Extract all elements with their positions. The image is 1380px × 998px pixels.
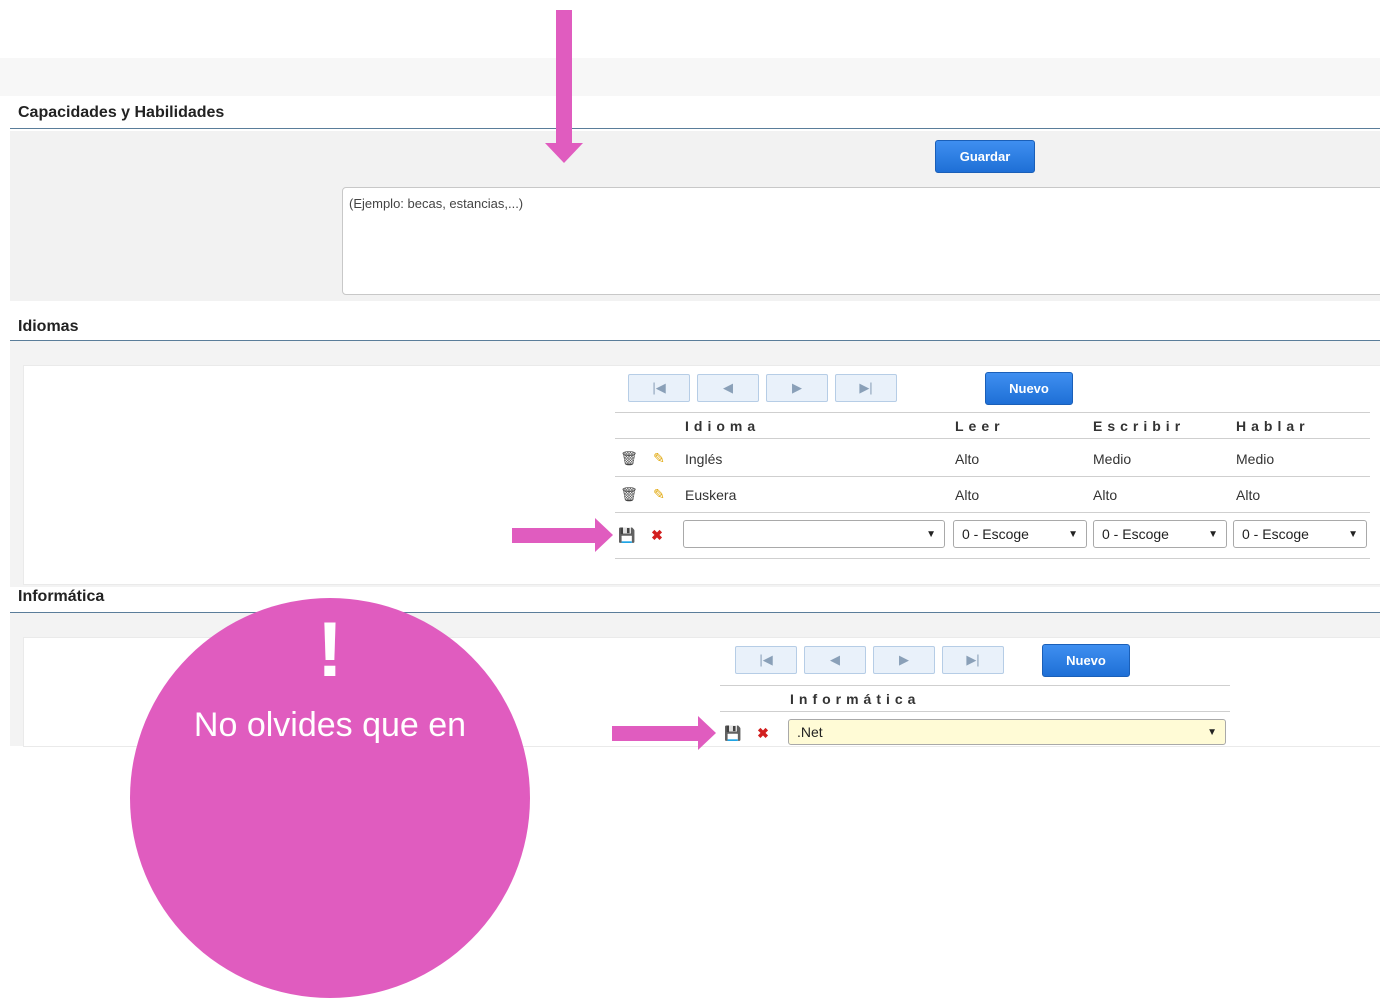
section-divider xyxy=(10,128,1380,129)
header-escribir: Escribir xyxy=(1093,418,1186,434)
last-page-button[interactable]: ▶| xyxy=(835,374,897,402)
nuevo-informatica-button[interactable]: Nuevo xyxy=(1042,644,1130,677)
grid-line xyxy=(615,438,1370,439)
annotation-arrow-head xyxy=(545,143,583,163)
cell-escribir: Medio xyxy=(1093,451,1132,467)
cell-leer: Alto xyxy=(955,487,980,503)
informatica-select[interactable]: .Net ▼ xyxy=(788,719,1226,745)
chevron-down-icon: ▼ xyxy=(1068,528,1078,540)
last-page-button[interactable]: ▶| xyxy=(942,646,1004,674)
grid-line xyxy=(720,711,1230,712)
section-title-capacidades: Capacidades y Habilidades xyxy=(18,104,225,121)
idioma-select[interactable]: ▼ xyxy=(683,520,945,548)
chevron-down-icon: ▼ xyxy=(926,528,936,540)
next-page-button[interactable]: ▶ xyxy=(766,374,828,402)
trash-icon[interactable]: 🗑 xyxy=(620,484,638,504)
prev-page-button[interactable]: ◀ xyxy=(804,646,866,674)
grid-line xyxy=(720,685,1230,686)
prev-page-button[interactable]: ◀ xyxy=(697,374,759,402)
callout-bubble: ! No olvides que en xyxy=(130,598,530,998)
first-page-button[interactable]: |◀ xyxy=(735,646,797,674)
leer-select-value: 0 - Escoge xyxy=(962,526,1029,542)
first-page-button[interactable]: |◀ xyxy=(628,374,690,402)
escribir-select-value: 0 - Escoge xyxy=(1102,526,1169,542)
header-leer: Leer xyxy=(955,418,1005,434)
grid-line xyxy=(615,476,1370,477)
hablar-select-value: 0 - Escoge xyxy=(1242,526,1309,542)
annotation-arrow-shaft xyxy=(512,528,597,543)
capacidades-textarea[interactable]: (Ejemplo: becas, estancias,...) xyxy=(342,187,1380,295)
grid-line xyxy=(615,558,1370,559)
pencil-icon[interactable]: ✎ xyxy=(650,448,668,468)
save-row-icon[interactable]: 💾 xyxy=(618,525,636,545)
header-hablar: Hablar xyxy=(1236,418,1310,434)
annotation-arrow-shaft xyxy=(556,10,572,145)
next-page-icon: ▶ xyxy=(899,652,909,667)
chevron-down-icon: ▼ xyxy=(1348,528,1358,540)
exclamation-icon: ! xyxy=(317,605,343,693)
annotation-arrow-shaft xyxy=(612,726,700,741)
cell-hablar: Alto xyxy=(1236,487,1261,503)
chevron-down-icon: ▼ xyxy=(1207,726,1217,738)
last-page-icon: ▶| xyxy=(966,652,980,667)
cell-leer: Alto xyxy=(955,451,980,467)
leer-select[interactable]: 0 - Escoge ▼ xyxy=(953,520,1087,548)
top-band xyxy=(0,58,1380,96)
cancel-row-icon[interactable]: ✖ xyxy=(754,723,772,743)
guardar-button[interactable]: Guardar xyxy=(935,140,1035,173)
next-page-button[interactable]: ▶ xyxy=(873,646,935,674)
next-page-icon: ▶ xyxy=(792,380,802,395)
first-page-icon: |◀ xyxy=(652,380,666,395)
header-idioma: Idioma xyxy=(685,418,761,434)
pencil-icon[interactable]: ✎ xyxy=(650,484,668,504)
prev-page-icon: ◀ xyxy=(830,652,840,667)
first-page-icon: |◀ xyxy=(759,652,773,667)
save-toolbar xyxy=(10,131,1380,181)
escribir-select[interactable]: 0 - Escoge ▼ xyxy=(1093,520,1227,548)
grid-line xyxy=(615,512,1370,513)
grid-line xyxy=(615,412,1370,413)
header-informatica: Informática xyxy=(790,691,921,707)
last-page-icon: ▶| xyxy=(859,380,873,395)
save-row-icon[interactable]: 💾 xyxy=(724,723,742,743)
cancel-row-icon[interactable]: ✖ xyxy=(648,525,666,545)
annotation-arrow-head xyxy=(698,716,716,750)
cell-idioma: Euskera xyxy=(685,487,737,503)
informatica-select-value: .Net xyxy=(797,724,823,740)
cell-idioma: Inglés xyxy=(685,451,723,467)
hablar-select[interactable]: 0 - Escoge ▼ xyxy=(1233,520,1367,548)
cell-escribir: Alto xyxy=(1093,487,1118,503)
section-title-idiomas: Idiomas xyxy=(18,318,79,335)
callout-text: No olvides que en xyxy=(193,706,467,744)
trash-icon[interactable]: 🗑 xyxy=(620,448,638,468)
cell-hablar: Medio xyxy=(1236,451,1275,467)
section-title-informatica: Informática xyxy=(18,588,105,605)
annotation-arrow-head xyxy=(595,518,613,552)
nuevo-idioma-button[interactable]: Nuevo xyxy=(985,372,1073,405)
chevron-down-icon: ▼ xyxy=(1208,528,1218,540)
prev-page-icon: ◀ xyxy=(723,380,733,395)
